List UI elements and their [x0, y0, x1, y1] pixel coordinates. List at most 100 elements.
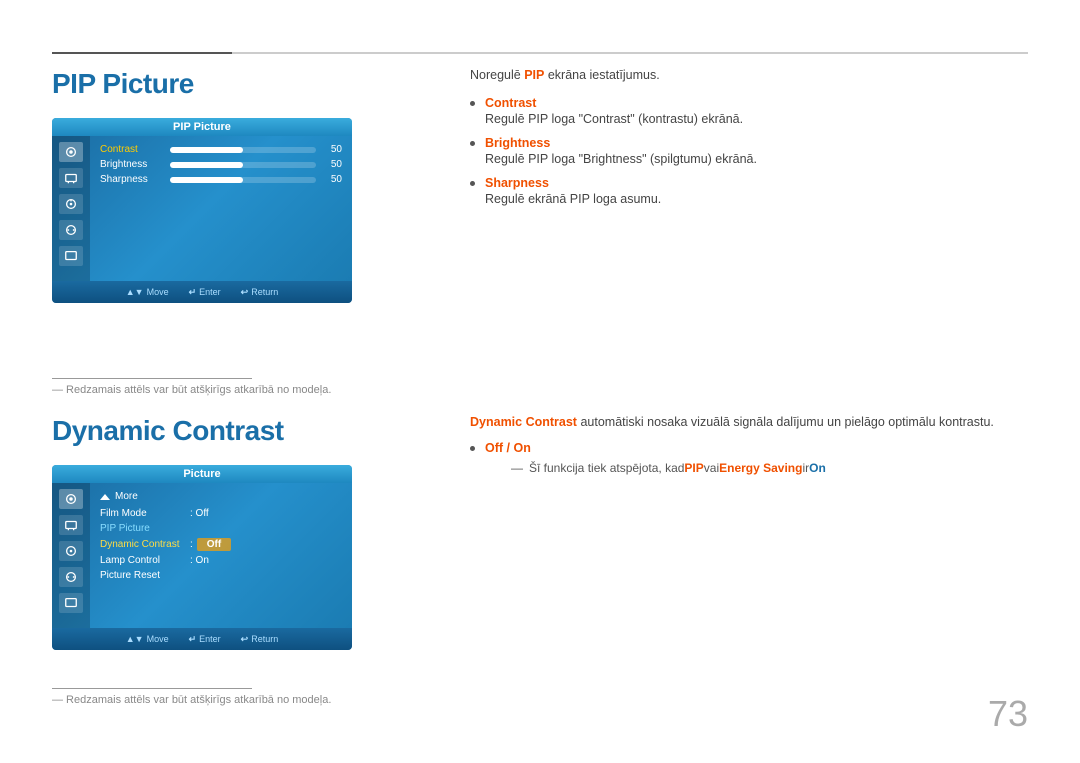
- tv-icon-1: [59, 142, 83, 162]
- dc-lampcontrol-value: : On: [190, 555, 209, 566]
- dc-tv-icon-4: [59, 567, 83, 587]
- tv-icon-3: [59, 194, 83, 214]
- dc-lampcontrol-label: Lamp Control: [100, 555, 190, 566]
- pip-desc-brightness: Regulē PIP loga "Brightness" (spilgtumu)…: [485, 152, 757, 166]
- pip-contrast-slider: [170, 147, 316, 153]
- dc-footnote: ― Redzamais attēls var būt atšķirīgs atk…: [52, 694, 331, 706]
- dc-more-row: More: [100, 491, 342, 502]
- dc-intro-bold: Dynamic Contrast: [470, 415, 577, 429]
- dc-bottom-return: ↩ Return: [241, 634, 279, 645]
- dc-intro-text: automātiski nosaka vizuālā signāla dalīj…: [577, 415, 994, 429]
- pip-contrast-value: 50: [322, 144, 342, 155]
- dc-picturereset-label: Picture Reset: [100, 570, 190, 581]
- pip-bullet-list: Contrast Regulē PIP loga "Contrast" (kon…: [470, 96, 1020, 206]
- pip-sharpness-value: 50: [322, 174, 342, 185]
- top-divider: [52, 52, 1028, 54]
- pip-menu-sharpness: Sharpness 50: [100, 174, 342, 185]
- dc-tv-icon-2: [59, 515, 83, 535]
- pip-bullet-sharpness: Sharpness Regulē ekrānā PIP loga asumu.: [470, 176, 1020, 206]
- dc-bullet-list: Off / On Šī funkcija tiek atspējota, kad…: [470, 441, 1050, 475]
- pip-divider: [52, 378, 252, 379]
- pip-footnote: ― Redzamais attēls var būt atšķirīgs atk…: [52, 384, 331, 396]
- pip-bullet-content-1: Contrast Regulē PIP loga "Contrast" (kon…: [485, 96, 743, 126]
- pip-sharpness-slider: [170, 177, 316, 183]
- dc-tv-content: More Film Mode : Off PIP Picture Dynamic…: [52, 483, 352, 628]
- pip-term-sharpness: Sharpness: [485, 176, 661, 190]
- pip-title: PIP Picture: [52, 68, 472, 100]
- dc-menu-lampcontrol: Lamp Control : On: [100, 555, 342, 566]
- pip-bullet-dot-2: [470, 141, 475, 146]
- dc-title: Dynamic Contrast: [52, 415, 472, 447]
- pip-tv-screen: PIP Picture: [52, 118, 352, 303]
- dc-subnote-suffix: ir: [802, 461, 809, 475]
- dc-tv-menu: More Film Mode : Off PIP Picture Dynamic…: [90, 483, 352, 628]
- pip-bottom-enter: ↵ Enter: [189, 287, 221, 298]
- dc-menu-filmmode: Film Mode : Off: [100, 508, 342, 519]
- dc-bottom-enter: ↵ Enter: [189, 634, 221, 645]
- pip-section: PIP Picture PIP Picture: [52, 68, 472, 303]
- pip-bullet-content-3: Sharpness Regulē ekrānā PIP loga asumu.: [485, 176, 661, 206]
- tv-icon-4: [59, 220, 83, 240]
- dc-tv-bottombar: ▲▼ Move ↵ Enter ↩ Return: [52, 628, 352, 650]
- dc-more-label: More: [115, 491, 138, 502]
- pip-description: Noregulē PIP ekrāna iestatījumus. Contra…: [470, 68, 1020, 216]
- dc-bullet-offon: Off / On Šī funkcija tiek atspējota, kad…: [470, 441, 1050, 475]
- pip-bottom-return: ↩ Return: [241, 287, 279, 298]
- pip-bottom-move: ▲▼ Move: [126, 287, 169, 297]
- pip-bullet-content-2: Brightness Regulē PIP loga "Brightness" …: [485, 136, 757, 166]
- pip-bullet-dot-3: [470, 181, 475, 186]
- pip-menu-contrast: Contrast 50: [100, 144, 342, 155]
- dc-subnote-bold1: PIP: [684, 461, 703, 475]
- dc-menu-pippicture: PIP Picture: [100, 523, 342, 534]
- pip-bullet-brightness: Brightness Regulē PIP loga "Brightness" …: [470, 136, 1020, 166]
- dc-sub-note: Šī funkcija tiek atspējota, kad PIP vai …: [511, 461, 826, 475]
- dc-menu-dynamiccontrast: Dynamic Contrast : Off: [100, 538, 342, 551]
- pip-tv-menu: Contrast 50 Brightness 50 Sharpness 50: [90, 136, 352, 281]
- dc-offon-term: Off / On: [485, 441, 826, 455]
- pip-bullet-contrast: Contrast Regulē PIP loga "Contrast" (kon…: [470, 96, 1020, 126]
- dc-dc-colon: :: [190, 539, 193, 550]
- pip-bullet-dot-1: [470, 101, 475, 106]
- dc-pippicture-label: PIP Picture: [100, 523, 190, 534]
- pip-tv-sidebar: [52, 136, 90, 281]
- dc-divider: [52, 688, 252, 689]
- tv-icon-2: [59, 168, 83, 188]
- page-number: 73: [988, 693, 1028, 735]
- dc-dynamiccontrast-label: Dynamic Contrast: [100, 539, 190, 550]
- dc-menu-picturereset: Picture Reset: [100, 570, 342, 581]
- pip-tv-bottombar: ▲▼ Move ↵ Enter ↩ Return: [52, 281, 352, 303]
- tv-icon-5: [59, 246, 83, 266]
- pip-tv-content: Contrast 50 Brightness 50 Sharpness 50: [52, 136, 352, 281]
- dc-tv-titlebar: Picture: [52, 465, 352, 483]
- pip-term-brightness: Brightness: [485, 136, 757, 150]
- pip-brightness-value: 50: [322, 159, 342, 170]
- dc-bullet-dot: [470, 446, 475, 451]
- dc-desc-intro: Dynamic Contrast automātiski nosaka vizu…: [470, 415, 1050, 429]
- pip-desc-intro: Noregulē PIP ekrāna iestatījumus.: [470, 68, 1020, 82]
- dc-more-arrow: [100, 494, 110, 500]
- dc-tv-screen: Picture: [52, 465, 352, 650]
- dc-bullet-content: Off / On Šī funkcija tiek atspējota, kad…: [485, 441, 826, 475]
- pip-contrast-label: Contrast: [100, 144, 170, 155]
- dc-section: Dynamic Contrast Picture: [52, 415, 472, 650]
- pip-brightness-slider: [170, 162, 316, 168]
- dc-tv-icon-1: [59, 489, 83, 509]
- dc-tv-icon-3: [59, 541, 83, 561]
- pip-sharpness-label: Sharpness: [100, 174, 170, 185]
- pip-desc-sharpness: Regulē ekrānā PIP loga asumu.: [485, 192, 661, 206]
- dc-description: Dynamic Contrast automātiski nosaka vizu…: [470, 415, 1050, 485]
- pip-tv-titlebar: PIP Picture: [52, 118, 352, 136]
- pip-desc-contrast: Regulē PIP loga "Contrast" (kontrastu) e…: [485, 112, 743, 126]
- dc-subnote-prefix: Šī funkcija tiek atspējota, kad: [529, 461, 684, 475]
- pip-menu-brightness: Brightness 50: [100, 159, 342, 170]
- dc-filmmode-label: Film Mode: [100, 508, 190, 519]
- dc-tv-sidebar: [52, 483, 90, 628]
- dc-tv-icon-5: [59, 593, 83, 613]
- dc-bottom-move: ▲▼ Move: [126, 634, 169, 644]
- dc-dc-valuebox: Off: [197, 538, 231, 551]
- pip-brightness-label: Brightness: [100, 159, 170, 170]
- pip-term-contrast: Contrast: [485, 96, 743, 110]
- dc-subnote-mid: vai: [704, 461, 719, 475]
- dc-subnote-bold2: Energy Saving: [719, 461, 802, 475]
- dc-subnote-end: On: [809, 461, 826, 475]
